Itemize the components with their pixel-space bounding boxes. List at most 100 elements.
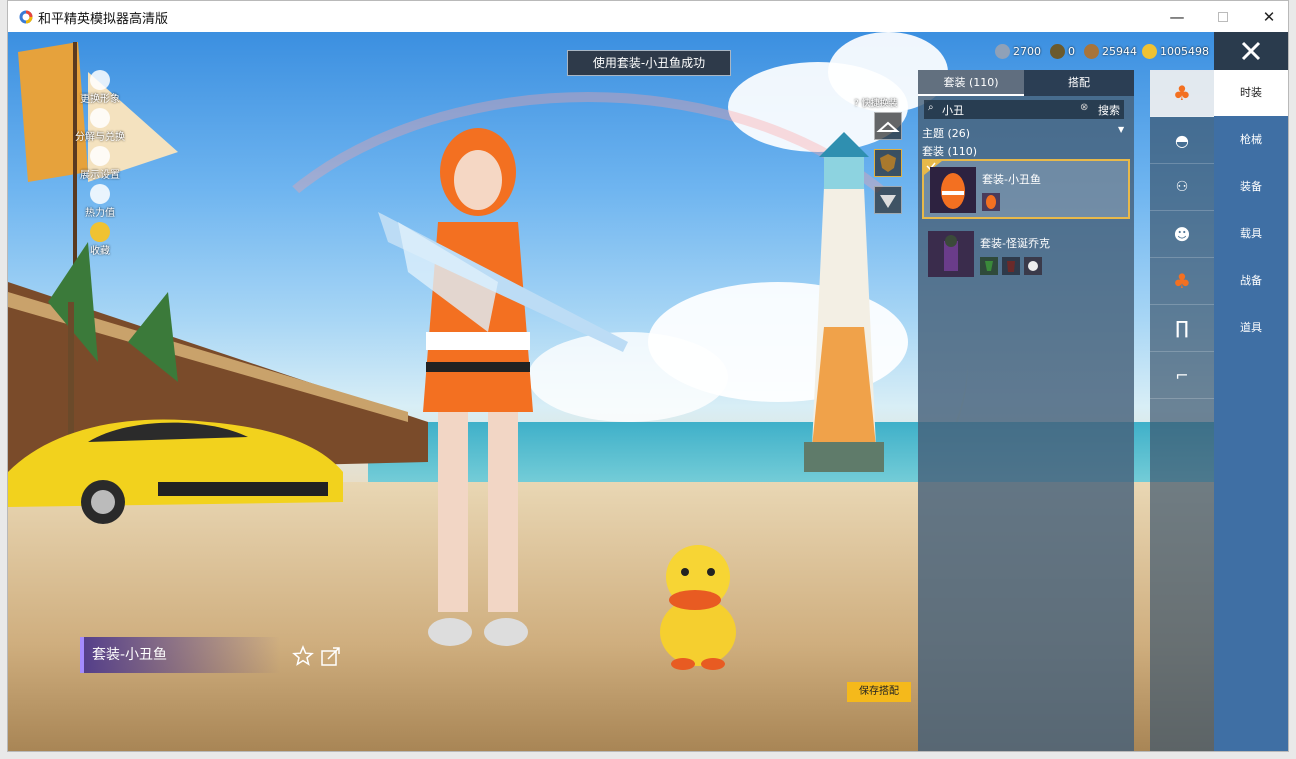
game-viewport: 更换形象 分解与兑换 展示设置 热力值 收藏 使用套装-小丑鱼成功 2700 0 [8,32,1288,751]
title-bar: 和平精英模拟器高清版 — ✕ [8,1,1288,32]
clownfish-thumbnail [930,167,976,213]
dropdown-arrow-icon: ▼ [1118,125,1125,134]
suit-card-joker[interactable]: 套装-怪诞乔克 [922,225,1130,285]
slot-hat[interactable]: ◓ [1150,117,1214,164]
character-clownfish-outfit [378,128,628,646]
currency-silver: 2700 [995,40,1041,62]
category-gear[interactable]: 战备 [1214,258,1288,304]
shoes-icon: ⌐ [1175,365,1189,385]
outfit-icon: ♣ [1173,81,1191,105]
badge-icon [90,222,110,242]
slot-top[interactable]: ♣ [1150,258,1214,305]
quick-swap-label[interactable]: ? 快捷换装 [854,96,898,109]
quick-swap-text: 快捷换装 [861,99,898,109]
favorite-star-icon[interactable] [292,645,314,667]
currency-value: 0 [1068,44,1075,58]
outfit-piece-icon [1024,257,1042,275]
outfit-piece-icon [980,257,998,275]
close-window-button[interactable]: ✕ [1246,1,1288,32]
hanger-icon [876,121,900,132]
currency-token: 0 [1050,40,1075,62]
suit-card-clownfish[interactable]: 套装-小丑鱼 [922,159,1130,219]
category-weapons[interactable]: 枪械 [1214,117,1288,163]
emblem-slot-button[interactable] [874,186,902,214]
suit-name: 套装-小丑鱼 [982,173,1041,186]
help-icon: ? [854,99,859,109]
yellow-sports-car [8,419,343,524]
heat-value-button[interactable]: 热力值 [70,184,130,219]
current-outfit-name: 套装-小丑鱼 [80,637,280,673]
category-column: 时装 枪械 装备 载具 战备 道具 [1214,70,1288,751]
search-icon: ⌕ [928,102,934,113]
bronze-coin-icon [1084,43,1099,59]
currency-value: 2700 [1013,44,1041,58]
eye-icon [90,146,110,166]
tab-suits[interactable]: 套装 (110) [918,70,1024,96]
menu-label: 展示设置 [80,170,120,181]
category-fashion[interactable]: 时装 [1214,70,1288,116]
close-wardrobe-button[interactable] [1214,32,1288,70]
search-input[interactable]: 小丑 [942,102,964,118]
app-window: 和平精英模拟器高清版 — ✕ 更换形象 分解与兑换 展示设置 热力值 收藏 使用… [7,0,1289,752]
flame-icon [90,184,110,204]
outfit-piece-icon [982,193,1000,211]
minimize-icon: — [1169,7,1185,26]
close-icon [1241,41,1261,61]
minimize-button[interactable]: — [1154,1,1200,32]
menu-label: 收藏 [90,246,110,257]
mask-icon: ☻ [1173,224,1191,244]
token-icon [1050,43,1065,59]
avatar-icon [90,70,110,90]
hat-icon: ◓ [1175,130,1189,150]
display-settings-button[interactable]: 展示设置 [70,146,130,181]
app-logo-icon [19,10,33,24]
hanger-slot-2-button[interactable] [874,112,902,140]
share-icon[interactable] [320,645,342,667]
collection-button[interactable]: 收藏 [70,222,130,257]
category-items[interactable]: 道具 [1214,305,1288,351]
currency-bronze: 25944 [1084,40,1137,62]
panel-tabs: 套装 (110) 搭配 [918,70,1134,96]
top-icon: ♣ [1173,269,1191,293]
search-button[interactable]: 搜索 [1098,102,1120,118]
badge-slot-button[interactable] [874,149,902,177]
success-toast: 使用套装-小丑鱼成功 [567,50,731,76]
decompose-exchange-button[interactable]: 分解与兑换 [70,108,130,143]
gold-coin-icon [1142,43,1157,59]
maximize-icon [1218,11,1228,22]
slot-outfit[interactable]: ♣ [1150,70,1214,117]
category-equipment[interactable]: 装备 [1214,164,1288,210]
currency-value: 25944 [1102,44,1137,58]
emblem-icon [880,195,896,208]
slot-icon-column: ♣ ◓ ⚇ ☻ ♣ ∏ ⌐ [1150,70,1214,751]
slot-mask[interactable]: ☻ [1150,211,1214,258]
joker-thumbnail [928,231,974,277]
suit-name: 套装-怪诞乔克 [980,237,1050,250]
currency-value: 1005498 [1160,44,1209,58]
glasses-icon: ⚇ [1175,179,1189,195]
category-vehicles[interactable]: 载具 [1214,211,1288,257]
clear-icon[interactable]: ⊗ [1080,102,1088,113]
search-bar[interactable]: ⌕ 小丑 ⊗ 搜索 [924,100,1124,119]
theme-label: 主题 (26) [922,127,971,140]
tab-matching[interactable]: 搭配 [1026,70,1132,96]
close-icon: ✕ [1262,7,1276,26]
change-appearance-button[interactable]: 更换形象 [70,70,130,105]
save-outfit-button[interactable]: 保存搭配 [847,682,911,702]
menu-label: 分解与兑换 [75,132,125,143]
slot-pants[interactable]: ∏ [1150,305,1214,352]
pants-icon: ∏ [1175,317,1189,339]
outfit-panel: 套装 (110) 搭配 ⌕ 小丑 ⊗ 搜索 主题 (26) ▼ 套装 (110)… [918,70,1134,751]
menu-label: 热力值 [85,208,115,219]
window-title: 和平精英模拟器高清版 [38,12,169,27]
lighthouse [804,132,884,472]
outfit-piece-icon [1002,257,1020,275]
maximize-button[interactable] [1200,1,1246,32]
rubber-duck [660,545,736,670]
shield-icon [880,154,896,172]
slot-glasses[interactable]: ⚇ [1150,164,1214,211]
slot-shoes[interactable]: ⌐ [1150,352,1214,399]
currency-gold: 1005498 [1142,40,1209,62]
theme-section-label[interactable]: 主题 (26) ▼ [922,125,1124,141]
silver-coin-icon [995,43,1010,59]
